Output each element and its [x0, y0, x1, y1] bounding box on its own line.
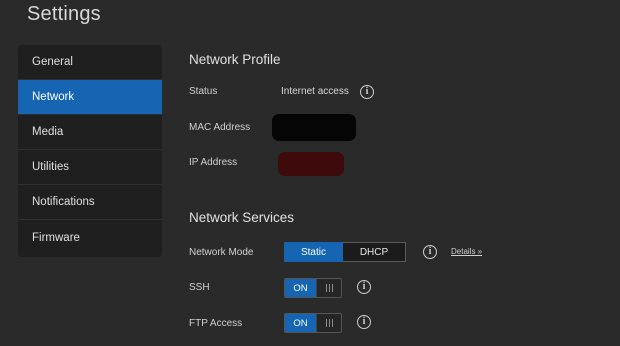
info-icon[interactable]: i [357, 280, 371, 294]
toggle-on-label: ON [285, 279, 316, 297]
sidebar-item-media[interactable]: Media [18, 115, 162, 150]
dhcp-mode-button[interactable]: DHCP [343, 242, 406, 262]
toggle-grip-icon [316, 279, 341, 297]
details-link[interactable]: Details » [451, 247, 482, 256]
toggle-grip-icon [316, 314, 341, 332]
ftp-access-label: FTP Access [189, 318, 243, 329]
status-label: Status [189, 86, 218, 97]
mac-address-redacted [272, 114, 356, 141]
ip-address-redacted [278, 152, 344, 176]
ssh-toggle[interactable]: ON [284, 278, 342, 298]
info-icon[interactable]: i [360, 85, 374, 99]
sidebar-item-label: Firmware [32, 231, 80, 244]
sidebar-item-utilities[interactable]: Utilities [18, 150, 162, 185]
ip-address-label: IP Address [189, 157, 238, 168]
sidebar-item-label: General [32, 56, 73, 68]
status-value: Internet access [281, 86, 349, 97]
sidebar-item-label: Media [32, 126, 64, 138]
settings-page: Settings General Network Media Utilities… [0, 0, 620, 346]
sidebar: General Network Media Utilities Notifica… [18, 45, 162, 257]
sidebar-item-label: Utilities [32, 161, 70, 173]
static-mode-button[interactable]: Static [284, 242, 343, 262]
network-services-heading: Network Services [189, 210, 295, 225]
toggle-on-label: ON [285, 314, 316, 332]
info-icon[interactable]: i [357, 315, 371, 329]
network-mode-toggle: Static DHCP [284, 242, 406, 262]
mac-address-label: MAC Address [189, 122, 251, 133]
sidebar-item-network[interactable]: Network [18, 80, 162, 115]
page-title: Settings [27, 3, 101, 25]
network-mode-label: Network Mode [189, 247, 254, 258]
ftp-access-toggle[interactable]: ON [284, 313, 342, 333]
sidebar-item-notifications[interactable]: Notifications [18, 185, 162, 220]
ssh-label: SSH [189, 282, 210, 293]
sidebar-item-label: Notifications [32, 196, 95, 208]
sidebar-item-firmware[interactable]: Firmware [18, 220, 162, 255]
sidebar-item-label: Network [32, 91, 75, 103]
info-icon[interactable]: i [423, 245, 437, 259]
sidebar-item-general[interactable]: General [18, 45, 162, 80]
network-profile-heading: Network Profile [189, 52, 281, 67]
